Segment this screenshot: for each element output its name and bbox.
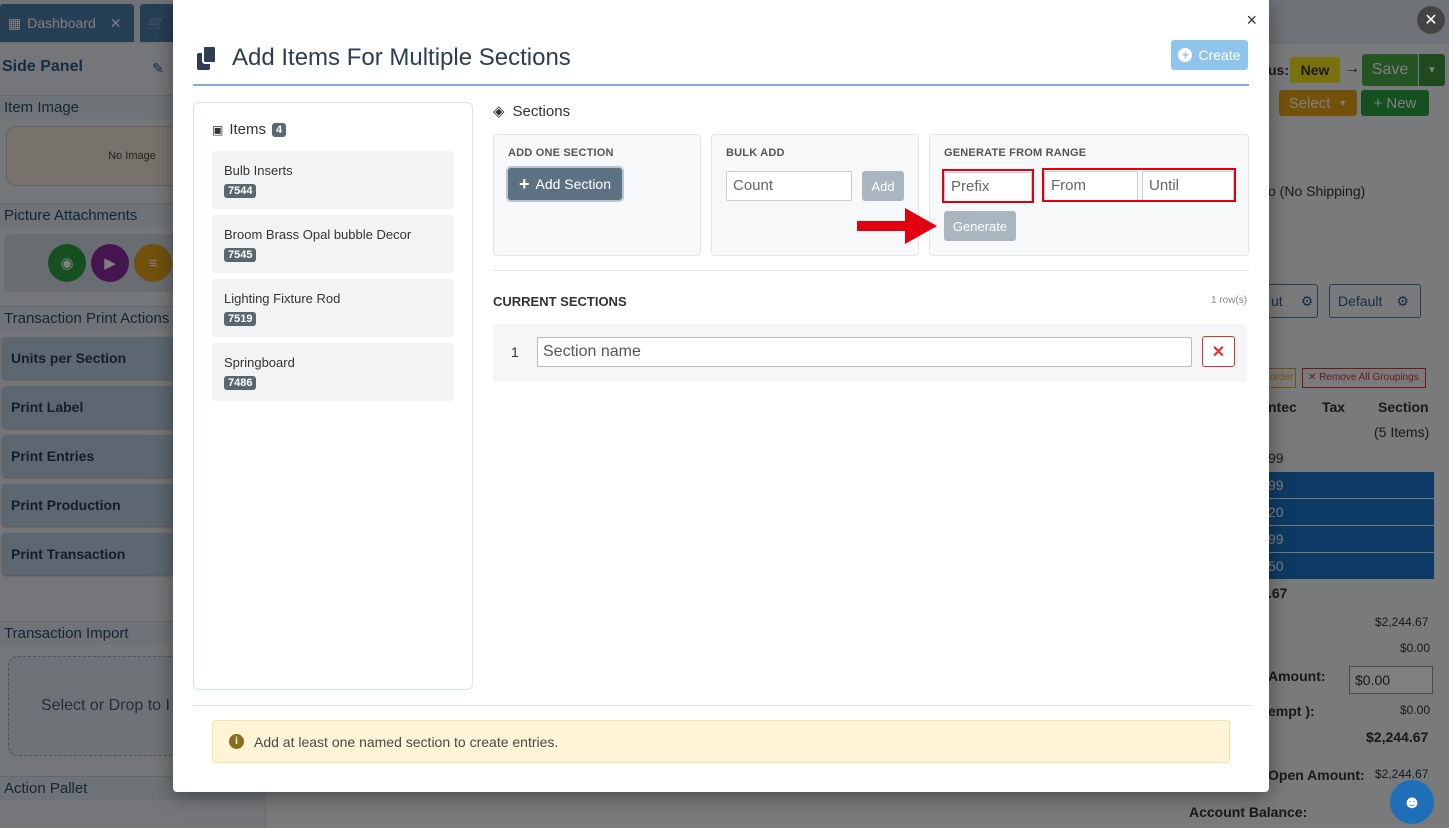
bulk-add-button[interactable]: Add bbox=[862, 171, 904, 201]
count-input[interactable]: Count bbox=[726, 171, 852, 201]
items-title: Items bbox=[229, 121, 267, 138]
add-section-label: Add Section bbox=[535, 176, 612, 192]
list-item: Broom Brass Opal bubble Decor 7545 bbox=[212, 215, 454, 273]
items-panel: ▣ Items 4 Bulb Inserts 7544 Broom Brass … bbox=[193, 102, 473, 690]
info-alert: i Add at least one named section to crea… bbox=[212, 720, 1230, 763]
bulk-add-header: BULK ADD bbox=[726, 147, 785, 159]
add-one-header: ADD ONE SECTION bbox=[508, 147, 614, 159]
row-number: 1 bbox=[511, 344, 519, 360]
generate-range-card: GENERATE FROM RANGE Prefix From Until Ge… bbox=[929, 134, 1249, 256]
item-id-badge: 7519 bbox=[224, 312, 257, 326]
items-header: ▣ Items 4 bbox=[212, 121, 287, 138]
list-item: Springboard 7486 bbox=[212, 343, 454, 401]
plus-circle-icon: + bbox=[1178, 48, 1193, 62]
generate-button[interactable]: Generate bbox=[944, 211, 1016, 241]
red-arrow-icon bbox=[857, 208, 937, 244]
add-section-button[interactable]: + Add Section bbox=[508, 168, 622, 200]
sections-header: ◈ Sections bbox=[493, 102, 571, 121]
info-icon: i bbox=[229, 734, 244, 749]
sections-title: Sections bbox=[512, 102, 571, 120]
prefix-highlight bbox=[942, 169, 1034, 203]
item-id-badge: 7486 bbox=[224, 376, 257, 390]
delete-row-button[interactable]: ✕ bbox=[1202, 336, 1235, 367]
item-name: Broom Brass Opal bubble Decor bbox=[224, 227, 412, 242]
modal-title: Add Items For Multiple Sections bbox=[232, 44, 571, 71]
list-item: Lighting Fixture Rod 7519 bbox=[212, 279, 454, 337]
row-count: 1 row(s) bbox=[1211, 295, 1248, 306]
item-name: Bulb Inserts bbox=[224, 163, 293, 178]
item-name: Lighting Fixture Rod bbox=[224, 291, 341, 306]
items-count-badge: 4 bbox=[272, 122, 287, 137]
close-icon: ✕ bbox=[1211, 343, 1226, 361]
add-items-modal: Add Items For Multiple Sections × + Crea… bbox=[173, 0, 1269, 792]
alert-text: Add at least one named section to create… bbox=[254, 733, 559, 750]
range-highlight bbox=[1042, 168, 1236, 202]
item-id-badge: 7544 bbox=[224, 184, 257, 198]
section-row: 1 Section name ✕ bbox=[493, 324, 1247, 382]
close-icon[interactable]: × bbox=[1246, 10, 1257, 31]
box-icon: ▣ bbox=[212, 122, 224, 137]
list-item: Bulb Inserts 7544 bbox=[212, 151, 454, 209]
current-sections-header: CURRENT SECTIONS bbox=[493, 294, 627, 309]
item-id-badge: 7545 bbox=[224, 248, 257, 262]
create-button[interactable]: + Create bbox=[1171, 40, 1248, 70]
section-name-input[interactable]: Section name bbox=[537, 337, 1192, 367]
robot-assistant-icon[interactable]: ☻ bbox=[1390, 780, 1434, 824]
close-icon[interactable]: ✕ bbox=[1417, 6, 1445, 34]
footer-divider bbox=[193, 705, 1253, 706]
add-one-section-card: ADD ONE SECTION + Add Section bbox=[493, 134, 701, 256]
plus-icon: + bbox=[518, 173, 530, 194]
layers-icon: ◈ bbox=[493, 103, 505, 120]
generate-header: GENERATE FROM RANGE bbox=[944, 147, 1087, 159]
item-name: Springboard bbox=[224, 355, 295, 370]
create-label: Create bbox=[1198, 47, 1241, 63]
copy-icon bbox=[197, 45, 217, 70]
title-divider bbox=[193, 84, 1249, 86]
divider bbox=[493, 270, 1249, 271]
